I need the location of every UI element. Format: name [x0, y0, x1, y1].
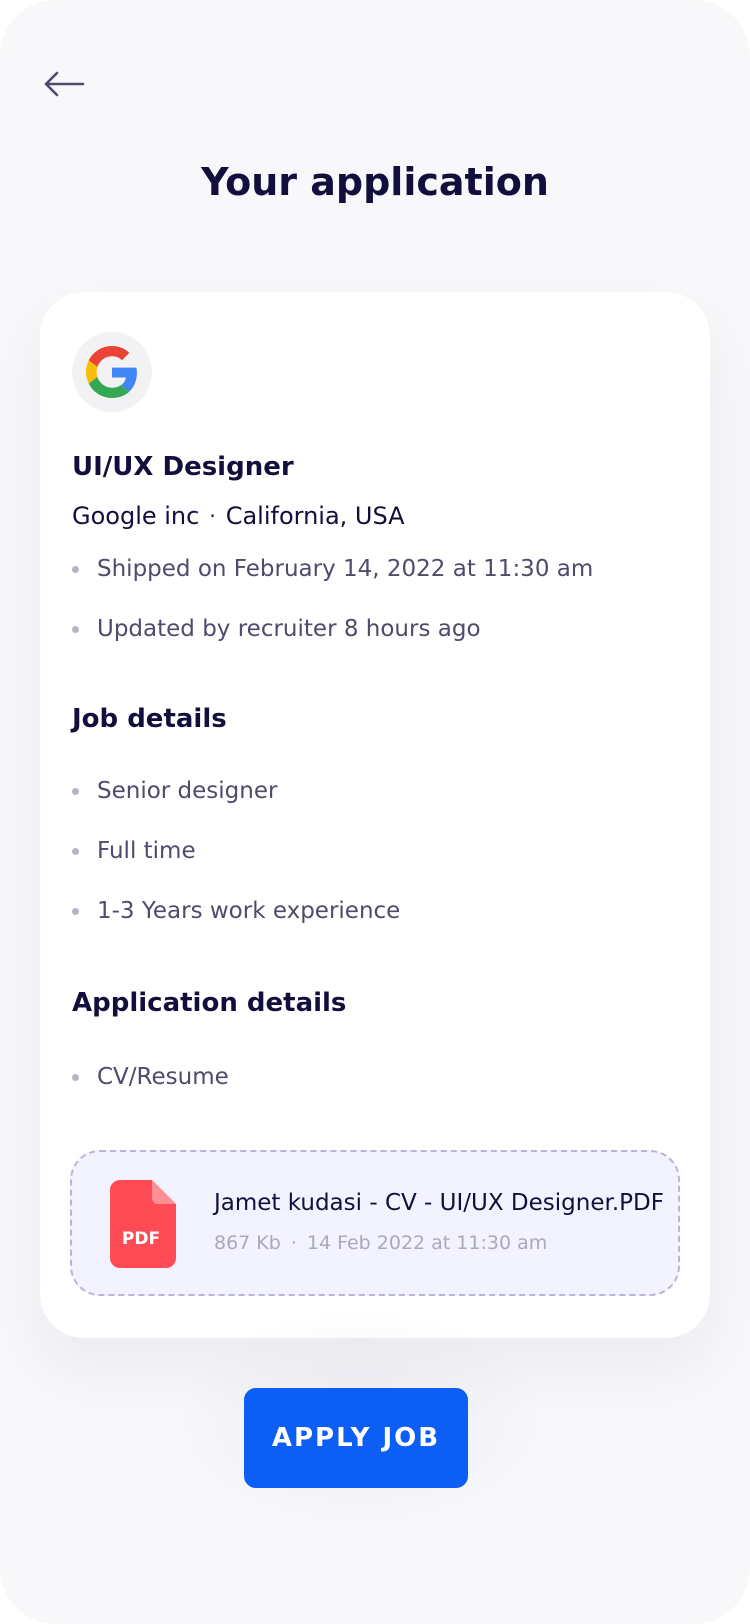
- application-card: UI/UX Designer Google inc · California, …: [40, 292, 710, 1338]
- bullet-icon: [72, 787, 79, 795]
- application-screen: Your application UI/UX Designer Google i…: [0, 0, 750, 1624]
- page-title: Your application: [201, 160, 549, 204]
- apply-job-button[interactable]: APPLY JOB: [244, 1388, 468, 1488]
- job-detail-item: Senior designer: [72, 778, 277, 804]
- bullet-icon: [72, 625, 79, 633]
- separator-dot: ·: [209, 504, 216, 528]
- application-detail-item: CV/Resume: [72, 1064, 229, 1090]
- job-detail-item: 1-3 Years work experience: [72, 898, 400, 924]
- separator-dot: ·: [290, 1232, 297, 1254]
- file-name: Jamet kudasi - CV - UI/UX Designer.PDF: [214, 1190, 664, 1216]
- status-item: Updated by recruiter 8 hours ago: [72, 616, 481, 642]
- file-size: 867 Kb: [214, 1232, 281, 1254]
- company-name: Google inc: [72, 502, 200, 530]
- bullet-icon: [72, 907, 79, 915]
- bullet-icon: [72, 847, 79, 855]
- bullet-icon: [72, 565, 79, 573]
- google-logo-icon: [86, 346, 137, 398]
- file-meta: 867 Kb · 14 Feb 2022 at 11:30 am: [214, 1232, 547, 1254]
- bullet-icon: [72, 1073, 79, 1081]
- pdf-file-icon: PDF: [110, 1180, 176, 1268]
- job-location: California, USA: [225, 502, 405, 530]
- job-title: UI/UX Designer: [72, 452, 294, 482]
- job-detail-item: Full time: [72, 838, 196, 864]
- back-button[interactable]: [40, 64, 88, 104]
- job-details-heading: Job details: [72, 704, 227, 734]
- status-item: Shipped on February 14, 2022 at 11:30 am: [72, 556, 593, 582]
- pdf-label: PDF: [122, 1229, 160, 1249]
- cv-file-attachment[interactable]: PDF Jamet kudasi - CV - UI/UX Designer.P…: [70, 1150, 680, 1296]
- arrow-left-icon: [44, 71, 85, 97]
- file-date: 14 Feb 2022 at 11:30 am: [306, 1232, 548, 1254]
- company-logo: [72, 332, 152, 412]
- application-details-heading: Application details: [72, 988, 347, 1018]
- company-location: Google inc · California, USA: [72, 502, 405, 530]
